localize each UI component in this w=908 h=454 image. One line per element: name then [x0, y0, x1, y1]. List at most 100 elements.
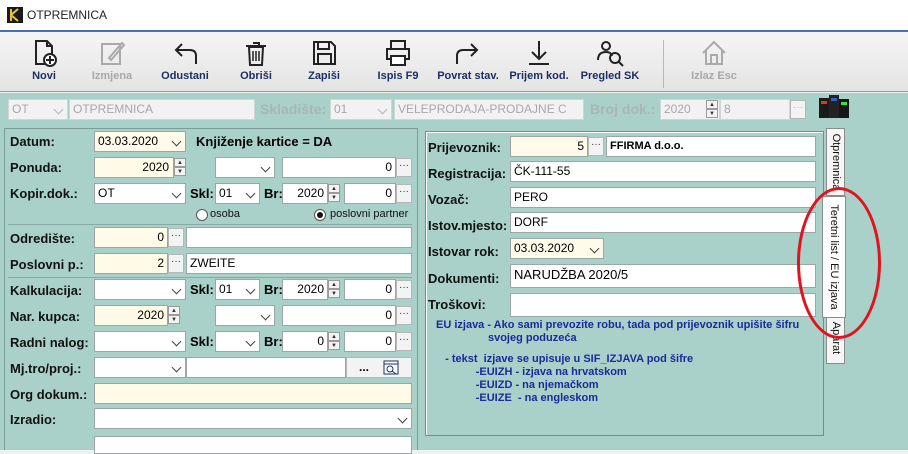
destination-lookup-button[interactable]: ··· — [168, 228, 184, 247]
work-number-field[interactable]: 0 — [344, 331, 396, 352]
chevron-down-icon — [169, 132, 185, 151]
edit-button[interactable]: Izmjena — [87, 38, 137, 92]
unload-deadline-picker[interactable]: 03.03.2020 — [510, 238, 604, 259]
doc-type-select[interactable]: OT — [8, 99, 68, 120]
customer-order-select[interactable] — [215, 305, 275, 326]
cost-center-select[interactable] — [94, 357, 186, 378]
customer-order-year-stepper[interactable]: 2020 — [94, 305, 168, 326]
chevron-down-icon — [375, 100, 391, 119]
copy-year-spinner[interactable]: ▲ ▼ — [328, 184, 340, 203]
calc-year-spinner[interactable]: ▲ ▼ — [328, 280, 340, 299]
destination-label: Odredište: — [10, 231, 76, 246]
users-search-icon — [597, 41, 624, 67]
print-button[interactable]: Ispis F9 — [372, 38, 424, 92]
partial-row-field[interactable] — [94, 436, 412, 454]
carrier-lookup-button[interactable]: ··· — [588, 137, 604, 156]
cost-center-lookup-button[interactable]: ... — [346, 357, 412, 378]
work-lookup-button[interactable]: ··· — [396, 332, 412, 351]
home-icon — [702, 40, 726, 65]
offer-year-stepper[interactable]: 2020 — [94, 157, 174, 178]
copy-lookup-button[interactable]: ··· — [396, 184, 412, 203]
copy-year-stepper[interactable]: 2020 — [282, 183, 328, 204]
review-sk-button[interactable]: Pregled SK — [578, 38, 642, 92]
eu-note-line: EU izjava - Ako sami prevozite robu, tad… — [436, 319, 800, 331]
org-doc-label: Org dokum.: — [10, 387, 88, 402]
radio-business-partner-label: poslovni partner — [330, 208, 409, 220]
doc-year-spinner[interactable]: ▲ ▼ — [706, 100, 718, 119]
work-year-spinner[interactable]: ▲ ▼ — [328, 332, 340, 351]
customer-order-lookup-button[interactable]: ··· — [396, 306, 412, 325]
offer-year-spinner[interactable]: ▲ ▼ — [174, 158, 186, 177]
business-partner-code-field[interactable]: 2 — [94, 253, 168, 274]
toolbar-separator — [663, 40, 664, 88]
doc-number-field[interactable]: 8 — [720, 99, 790, 120]
copy-number-field[interactable]: 0 — [344, 183, 396, 204]
costs-label: Troškovi: — [428, 297, 486, 312]
calc-year-stepper[interactable]: 2020 — [282, 279, 328, 300]
offer-select[interactable] — [215, 157, 275, 178]
documents-field[interactable]: NARUDŽBA 2020/5 — [510, 264, 816, 288]
warehouse-name-field[interactable]: VELEPRODAJA-PRODAJNE C — [394, 99, 584, 120]
created-by-select[interactable] — [94, 408, 412, 429]
new-label: Novi — [32, 70, 56, 82]
costs-field[interactable] — [510, 293, 816, 317]
copy-doc-select[interactable]: OT — [94, 183, 186, 204]
customer-order-number-field[interactable]: 0 — [282, 305, 396, 326]
eu-note-line: svojeg poduzeća — [436, 332, 577, 344]
customer-order-label: Nar. kupca: — [10, 309, 81, 324]
date-picker[interactable]: 03.03.2020 — [94, 131, 186, 152]
doc-name-field[interactable]: OTPREMNICA — [69, 99, 255, 120]
registration-field[interactable]: ČK-111-55 — [510, 161, 816, 182]
eu-note-line — [436, 345, 821, 353]
offer-lookup-button[interactable]: ··· — [396, 158, 412, 177]
delete-button[interactable]: Obriši — [234, 38, 278, 92]
warehouse-select[interactable]: 01 — [330, 99, 392, 120]
cancel-button[interactable]: Odustani — [155, 38, 215, 92]
destination-code-field[interactable]: 0 — [94, 227, 168, 248]
offer-number-field[interactable]: 0 — [282, 157, 396, 178]
business-partner-label: Poslovni p.: — [10, 257, 84, 272]
toolbar: Novi Izmjena Odustani Obriši Zapiši Ispi… — [0, 30, 908, 92]
radio-person[interactable] — [196, 209, 208, 221]
receive-codes-button[interactable]: Prijem kod. — [506, 38, 572, 92]
work-skl-select[interactable] — [215, 331, 260, 352]
new-button[interactable]: Novi — [22, 38, 66, 92]
org-doc-field[interactable] — [94, 383, 412, 404]
driver-field[interactable]: PERO — [510, 187, 816, 208]
carrier-name-field[interactable]: FFIRMA d.o.o. — [606, 136, 816, 157]
save-button[interactable]: Zapiši — [302, 38, 346, 92]
work-year-stepper[interactable]: 0 — [282, 331, 328, 352]
calc-lookup-button[interactable]: ··· — [396, 280, 412, 299]
business-partner-name-field[interactable]: ZWEITE — [186, 253, 412, 274]
destination-name-field[interactable] — [186, 227, 412, 248]
offer-label: Ponuda: — [10, 160, 62, 175]
cancel-label: Odustani — [161, 70, 209, 82]
doc-number-lookup-button[interactable]: ··· — [790, 100, 806, 119]
radio-business-partner[interactable] — [314, 209, 326, 221]
warehouse-label: Skladište: — [260, 101, 327, 117]
calc-number-field[interactable]: 0 — [344, 279, 396, 300]
cost-center-name-field[interactable] — [186, 357, 346, 378]
work-order-select[interactable] — [94, 331, 186, 352]
exit-button[interactable]: Izlaz Esc — [686, 38, 742, 92]
carrier-code-field[interactable]: 5 — [510, 136, 588, 157]
return-items-button[interactable]: Povrat stav. — [434, 38, 502, 92]
calculation-select[interactable] — [94, 279, 186, 300]
review-sk-label: Pregled SK — [580, 70, 640, 82]
chevron-down-icon — [243, 184, 259, 203]
app-logo-icon — [7, 7, 23, 23]
chevron-down-icon — [258, 306, 274, 325]
business-partner-lookup-button[interactable]: ··· — [168, 254, 184, 273]
tab-otpremnica[interactable]: Otpremnica — [826, 128, 845, 196]
customer-order-year-spinner[interactable]: ▲ ▼ — [168, 306, 180, 325]
edit-label: Izmjena — [91, 70, 133, 82]
delete-label: Obriši — [240, 70, 272, 82]
copy-doc-label: Kopir.dok.: — [10, 186, 78, 201]
calculation-label: Kalkulacija: — [10, 283, 83, 298]
calc-skl-select[interactable]: 01 — [215, 279, 260, 300]
database-icon[interactable] — [816, 93, 852, 126]
unload-place-field[interactable]: DORF — [510, 212, 816, 233]
copy-skl-select[interactable]: 01 — [215, 183, 260, 204]
chevron-down-icon — [169, 332, 185, 351]
exit-label: Izlaz Esc — [691, 70, 737, 82]
